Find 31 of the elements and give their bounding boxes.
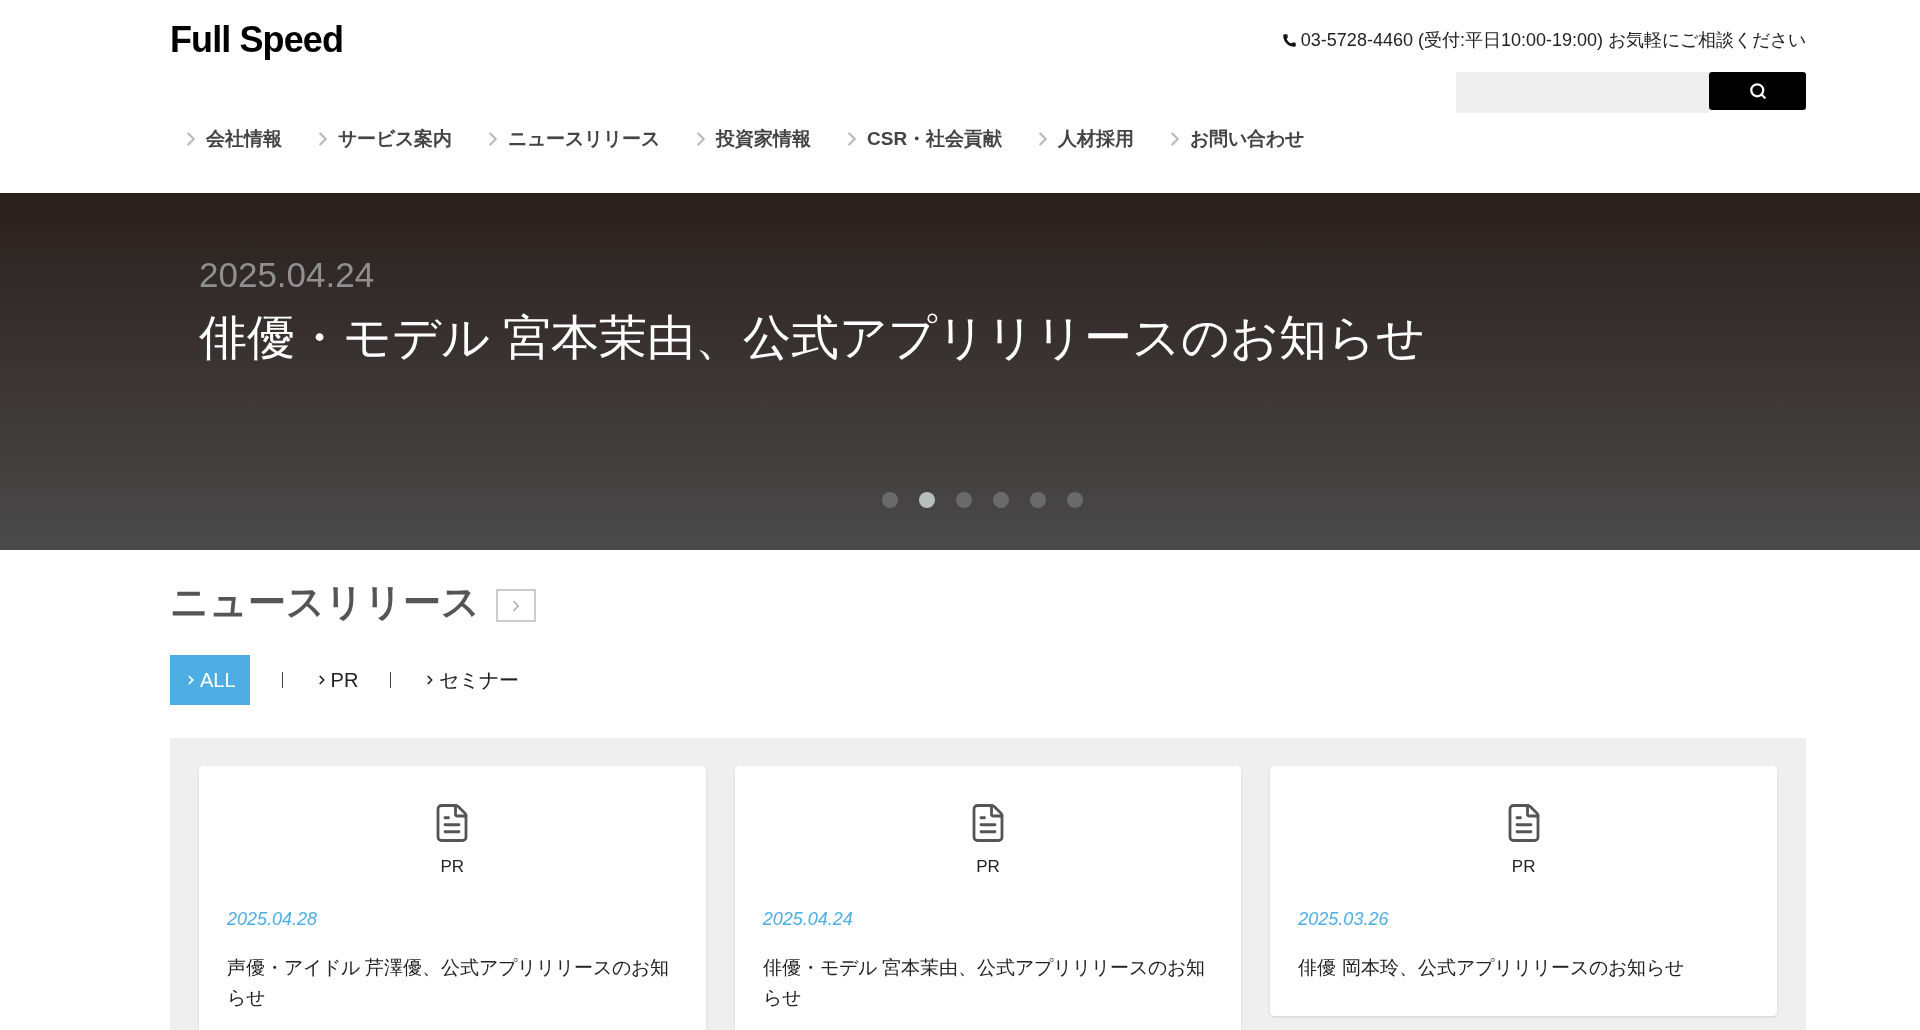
nav-link[interactable]: 会社情報 <box>180 125 282 154</box>
card-category: PR <box>1511 856 1536 878</box>
nav-link[interactable]: ニュースリリース <box>482 125 660 154</box>
logo[interactable]: Full Speed <box>170 22 344 58</box>
phone-info: 03-5728-4460 (受付:平日10:00-19:00) お気軽にご相談ください <box>1300 29 1806 52</box>
nav-link[interactable]: サービス案内 <box>312 125 452 154</box>
news-card[interactable]: PR 2025.04.28 声優・アイドル 芹澤優、公式アプリリリースのお知らせ <box>199 766 706 1030</box>
hero-title[interactable]: 俳優・モデル 宮本茉由、公式アプリリリースのお知らせ <box>199 314 1806 362</box>
card-category: PR <box>976 856 1000 878</box>
card-title: 俳優・モデル 宮本茉由、公式アプリリリースのお知らせ <box>762 955 1206 1010</box>
nav-link[interactable]: お問い合わせ <box>1164 125 1305 154</box>
card-category: PR <box>440 856 465 878</box>
more-button[interactable] <box>496 589 536 622</box>
filter-tab[interactable]: PR <box>314 655 359 705</box>
section-title: ニュースリリース <box>170 580 480 625</box>
nav-link[interactable]: 投資家情報 <box>690 125 811 154</box>
news-card[interactable]: PR 2025.04.24 俳優・モデル 宮本茉由、公式アプリリリースのお知らせ <box>734 766 1242 1030</box>
card-date: 2025.03.26 <box>1298 907 1390 931</box>
card-date: 2025.04.28 <box>227 907 319 931</box>
search-icon <box>1748 82 1767 100</box>
filter-tab[interactable]: セミナー <box>423 655 520 705</box>
card-date: 2025.04.24 <box>762 907 854 931</box>
hero-date: 2025.04.24 <box>199 257 376 292</box>
search-field[interactable] <box>1456 72 1709 113</box>
nav-link[interactable]: 人材採用 <box>1032 125 1135 154</box>
card-title: 俳優 岡本玲、公式アプリリリースのお知らせ <box>1298 955 1685 980</box>
phone-icon <box>1281 33 1297 48</box>
card-title: 声優・アイドル 芹澤優、公式アプリリリースのお知らせ <box>227 955 671 1010</box>
nav-link[interactable]: CSR・社会貢献 <box>841 125 1003 154</box>
news-card[interactable]: PR 2025.03.26 俳優 岡本玲、公式アプリリリースのお知らせ <box>1270 766 1777 1016</box>
search-button[interactable] <box>1709 72 1806 110</box>
